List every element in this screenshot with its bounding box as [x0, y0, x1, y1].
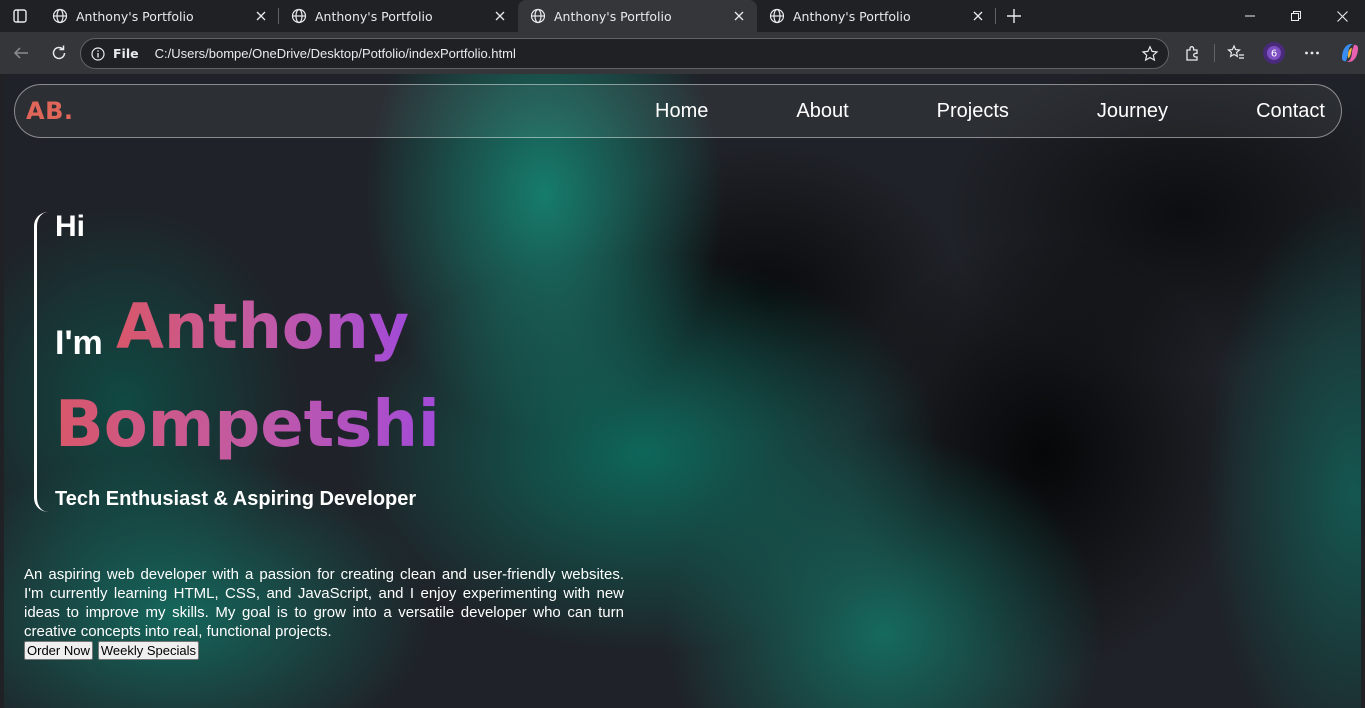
tab-actions-icon — [13, 9, 27, 23]
browser-tab-3-active[interactable]: Anthony's Portfolio — [518, 0, 757, 32]
minimize-icon — [1245, 15, 1255, 17]
nav-link-about[interactable]: About — [796, 100, 848, 123]
favorites-button[interactable] — [1219, 36, 1253, 70]
refresh-button[interactable] — [42, 36, 76, 70]
globe-icon — [530, 8, 546, 24]
profile-avatar-icon: 6 — [1263, 42, 1285, 64]
close-icon — [495, 11, 505, 21]
copilot-icon — [1342, 44, 1358, 62]
hero-last-name: Bompetshi — [55, 388, 440, 462]
browser-toolbar: File C:/Users/bompe/OneDrive/Desktop/Pot… — [0, 32, 1365, 74]
new-tab-button[interactable] — [996, 0, 1032, 32]
extensions-button[interactable] — [1176, 36, 1210, 70]
puzzle-icon — [1186, 46, 1198, 61]
weekly-specials-button[interactable]: Weekly Specials — [97, 641, 199, 660]
nav-links: Home About Projects Journey Contact — [655, 85, 1341, 137]
tab-actions-button[interactable] — [0, 0, 40, 32]
favorite-star-icon[interactable] — [1140, 44, 1160, 64]
about-paragraph: An aspiring web developer with a passion… — [24, 566, 624, 640]
browser-tab-2[interactable]: Anthony's Portfolio — [279, 0, 518, 32]
site-logo[interactable]: AB. — [26, 97, 73, 125]
nav-link-projects[interactable]: Projects — [937, 100, 1009, 123]
toolbar-right-actions: 6 — [1176, 36, 1365, 70]
hero-im: I'm — [55, 324, 103, 362]
close-window-button[interactable] — [1319, 0, 1365, 32]
hero-greeting: Hi — [55, 210, 85, 243]
close-tab-button[interactable] — [970, 8, 986, 24]
tab-title: Anthony's Portfolio — [76, 8, 194, 24]
browser-tab-1[interactable]: Anthony's Portfolio — [40, 0, 279, 32]
close-icon — [256, 11, 266, 21]
page-viewport: AB. Home About Projects Journey Contact … — [4, 74, 1361, 708]
tab-title: Anthony's Portfolio — [554, 8, 672, 24]
nav-link-contact[interactable]: Contact — [1256, 100, 1325, 123]
nav-link-journey[interactable]: Journey — [1097, 100, 1168, 123]
close-icon — [973, 11, 983, 21]
url-text[interactable]: C:/Users/bompe/OneDrive/Desktop/Potfolio… — [155, 46, 1140, 61]
more-dots-icon — [1305, 51, 1319, 55]
toolbar-divider — [1214, 44, 1215, 62]
browser-tab-4[interactable]: Anthony's Portfolio — [757, 0, 996, 32]
site-info-icon[interactable] — [89, 45, 107, 63]
order-now-button[interactable]: Order Now — [24, 641, 93, 660]
close-tab-button[interactable] — [253, 8, 269, 24]
globe-icon — [52, 8, 68, 24]
plus-icon — [1007, 9, 1021, 23]
hero-tagline: Tech Enthusiast & Aspiring Developer — [55, 488, 417, 510]
refresh-icon — [52, 45, 66, 60]
site-navbar: AB. Home About Projects Journey Contact — [14, 84, 1342, 138]
close-tab-button[interactable] — [492, 8, 508, 24]
globe-icon — [291, 8, 307, 24]
window-controls — [1227, 0, 1365, 32]
minimize-button[interactable] — [1227, 0, 1273, 32]
restore-icon — [1291, 11, 1301, 21]
profile-badge: 6 — [1271, 49, 1277, 60]
tab-separator — [995, 8, 996, 24]
hero-section: Hi I'm Anthony Bompetshi Tech Enthusiast… — [34, 210, 454, 512]
address-bar[interactable]: File C:/Users/bompe/OneDrive/Desktop/Pot… — [80, 38, 1169, 69]
cta-buttons: Order Now Weekly Specials — [24, 641, 199, 660]
hero-first-name: Anthony — [116, 290, 410, 363]
tab-title: Anthony's Portfolio — [315, 8, 433, 24]
arrow-left-icon — [13, 47, 28, 59]
scheme-label: File — [113, 46, 139, 61]
globe-icon — [769, 8, 785, 24]
more-options-button[interactable] — [1295, 36, 1329, 70]
tab-title: Anthony's Portfolio — [793, 8, 911, 24]
close-tab-button[interactable] — [731, 8, 747, 24]
tab-strip: Anthony's Portfolio Anthony's Portfolio … — [0, 0, 1365, 32]
favorites-list-icon — [1227, 44, 1244, 59]
profile-button[interactable]: 6 — [1257, 36, 1291, 70]
close-icon — [734, 11, 744, 21]
copilot-button[interactable] — [1333, 36, 1365, 70]
nav-link-home[interactable]: Home — [655, 100, 708, 123]
back-button[interactable] — [4, 36, 38, 70]
close-icon — [1336, 10, 1348, 22]
restore-button[interactable] — [1273, 0, 1319, 32]
